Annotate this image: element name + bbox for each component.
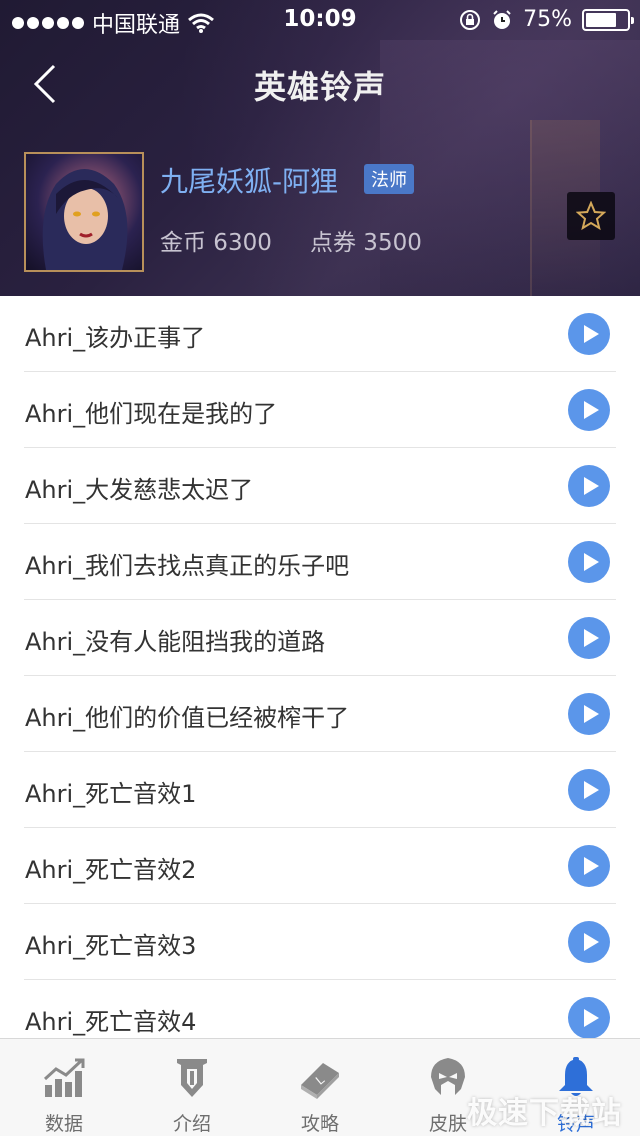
gold-price: 金币 6300: [160, 230, 272, 256]
ringtone-row[interactable]: Ahri_死亡音效1: [24, 752, 616, 828]
ringtone-row[interactable]: Ahri_死亡音效3: [24, 904, 616, 980]
favorite-button[interactable]: [567, 192, 615, 240]
play-icon[interactable]: [568, 617, 610, 659]
tab-guide[interactable]: L 攻略: [256, 1039, 384, 1136]
play-icon[interactable]: [568, 921, 610, 963]
ringtone-row[interactable]: Ahri_我们去找点真正的乐子吧: [24, 524, 616, 600]
hero-header: 中国联通 10:09 75% 英雄铃声 九尾妖狐-阿狸 法师 金币 6300 点…: [0, 0, 640, 296]
ringtone-label: Ahri_死亡音效4: [25, 1008, 197, 1036]
battery-icon: [582, 8, 634, 31]
ringtone-label: Ahri_他们的价值已经被榨干了: [25, 704, 350, 732]
play-icon[interactable]: [568, 313, 610, 355]
play-icon[interactable]: [568, 465, 610, 507]
coupon-price: 点券 3500: [310, 230, 422, 256]
ringtone-label: Ahri_死亡音效2: [25, 856, 197, 884]
tab-intro-label: 介绍: [172, 1113, 211, 1135]
book-icon: L: [301, 1063, 339, 1099]
role-badge: 法师: [364, 164, 414, 194]
ringtone-label: Ahri_死亡音效3: [25, 932, 197, 960]
ringtone-label: Ahri_他们现在是我的了: [25, 400, 278, 428]
play-icon[interactable]: [568, 541, 610, 583]
page-title: 英雄铃声: [253, 68, 386, 106]
watermark: 极速下载站: [467, 1096, 622, 1131]
ringtone-row[interactable]: Ahri_该办正事了: [24, 296, 616, 372]
chart-icon: [43, 1058, 85, 1097]
play-icon[interactable]: [568, 769, 610, 811]
play-icon[interactable]: [568, 389, 610, 431]
ringtone-label: Ahri_死亡音效1: [25, 780, 197, 808]
hero-portrait-image: [42, 169, 128, 270]
battery-percent: 75%: [523, 7, 572, 32]
tab-data[interactable]: 数据: [0, 1039, 128, 1136]
tab-guide-label: 攻略: [300, 1113, 339, 1135]
play-icon[interactable]: [568, 997, 610, 1039]
alarm-icon: [493, 9, 511, 29]
ringtone-row[interactable]: Ahri_没有人能阻挡我的道路: [24, 600, 616, 676]
ringtone-label: Ahri_没有人能阻挡我的道路: [25, 628, 326, 656]
star-icon: [576, 201, 606, 231]
status-right: 75%: [459, 7, 634, 32]
hero-name: 九尾妖狐-阿狸: [160, 165, 339, 198]
rotation-lock-icon: [460, 9, 481, 30]
ringtone-row[interactable]: Ahri_死亡音效2: [24, 828, 616, 904]
status-bar: 中国联通 10:09 75%: [0, 0, 640, 40]
ringtone-label: Ahri_该办正事了: [25, 324, 206, 352]
ringtone-row[interactable]: Ahri_他们的价值已经被榨干了: [24, 676, 616, 752]
ringtone-label: Ahri_我们去找点真正的乐子吧: [25, 552, 350, 580]
banner-icon: [177, 1059, 207, 1097]
ringtone-list: Ahri_该办正事了 Ahri_他们现在是我的了 Ahri_大发慈悲太迟了 Ahri_…: [0, 296, 640, 1056]
tab-data-label: 数据: [44, 1113, 83, 1135]
tab-intro[interactable]: 介绍: [128, 1039, 256, 1136]
play-icon[interactable]: [568, 845, 610, 887]
ringtone-row[interactable]: Ahri_他们现在是我的了: [24, 372, 616, 448]
play-icon[interactable]: [568, 693, 610, 735]
ringtone-label: Ahri_大发慈悲太迟了: [25, 476, 254, 504]
ringtone-row[interactable]: Ahri_大发慈悲太迟了: [24, 448, 616, 524]
helmet-icon: [431, 1058, 465, 1095]
hero-avatar: [24, 152, 144, 272]
